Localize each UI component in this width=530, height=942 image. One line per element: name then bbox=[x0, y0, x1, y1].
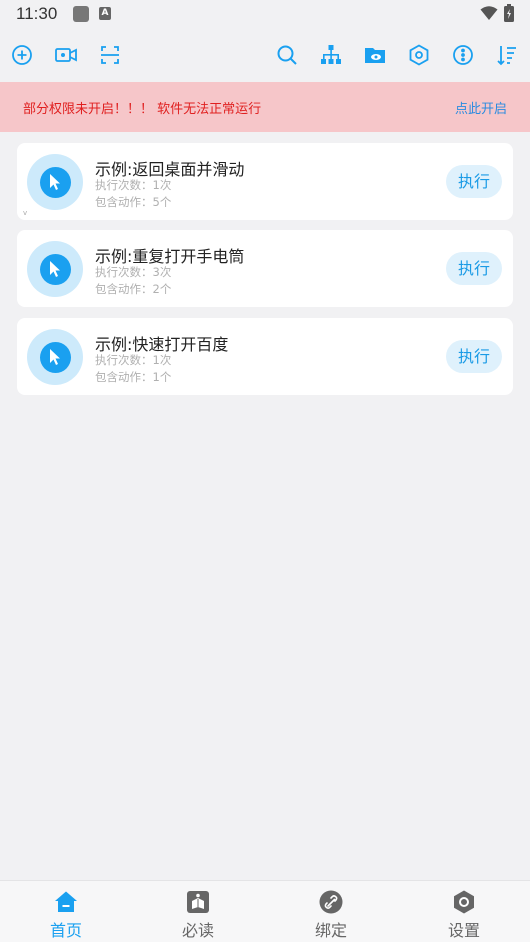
run-button[interactable]: 执行 bbox=[446, 165, 502, 198]
task-exec-count: 执行次数：1次 bbox=[95, 353, 172, 367]
folder-eye-icon[interactable] bbox=[361, 41, 389, 69]
link-icon bbox=[319, 890, 343, 914]
cursor-icon bbox=[39, 166, 71, 198]
add-circle-icon[interactable] bbox=[8, 41, 36, 69]
task-action-count: 包含动作：1个 bbox=[95, 370, 172, 384]
notification-app-icon bbox=[73, 6, 89, 22]
home-icon bbox=[54, 890, 78, 914]
warning-message: 部分权限未开启！！！ 软件无法正常运行 bbox=[23, 102, 262, 117]
toolbar bbox=[0, 28, 530, 82]
hierarchy-icon[interactable] bbox=[317, 41, 345, 69]
nav-item-bind[interactable]: 绑定 bbox=[265, 881, 397, 942]
hexagon-settings-icon[interactable] bbox=[405, 41, 433, 69]
wifi-icon bbox=[480, 5, 498, 25]
task-action-count: 包含动作：2个 bbox=[95, 282, 172, 296]
expand-marker: v bbox=[23, 209, 28, 217]
enable-permission-link[interactable]: 点此开启 bbox=[455, 98, 507, 117]
nav-item-home[interactable]: 首页 bbox=[0, 881, 132, 942]
run-button[interactable]: 执行 bbox=[446, 340, 502, 373]
task-card[interactable]: 示例:重复打开手电筒 执行次数：3次 包含动作：2个 执行 bbox=[17, 230, 513, 307]
battery-icon bbox=[504, 4, 514, 26]
task-exec-count: 执行次数：1次 bbox=[95, 178, 172, 192]
info-more-icon[interactable] bbox=[449, 41, 477, 69]
task-icon-bg bbox=[27, 154, 83, 210]
nav-label-must-read: 必读 bbox=[181, 921, 214, 940]
video-record-icon[interactable] bbox=[52, 41, 80, 69]
task-action-count: 包含动作：5个 bbox=[95, 195, 172, 209]
settings-icon bbox=[452, 890, 476, 914]
nav-label-home: 首页 bbox=[49, 921, 82, 940]
status-bar: 11:30 A bbox=[0, 0, 530, 28]
task-card[interactable]: 示例:快速打开百度 执行次数：1次 包含动作：1个 执行 bbox=[17, 318, 513, 395]
cursor-icon bbox=[39, 341, 71, 373]
task-card[interactable]: 示例:返回桌面并滑动 执行次数：1次 包含动作：5个 执行 v bbox=[17, 143, 513, 220]
nav-item-settings[interactable]: 设置 bbox=[398, 881, 530, 942]
book-icon bbox=[186, 890, 210, 914]
nav-label-bind: 绑定 bbox=[314, 921, 347, 940]
bottom-nav: 首页 必读 绑定 设置 bbox=[0, 880, 530, 942]
nav-item-must-read[interactable]: 必读 bbox=[132, 881, 264, 942]
notification-a-icon: A bbox=[99, 7, 111, 20]
sort-icon[interactable] bbox=[493, 41, 521, 69]
search-icon[interactable] bbox=[273, 41, 301, 69]
run-button[interactable]: 执行 bbox=[446, 252, 502, 285]
scan-icon[interactable] bbox=[96, 41, 124, 69]
nav-label-settings: 设置 bbox=[447, 921, 480, 940]
task-exec-count: 执行次数：3次 bbox=[95, 265, 172, 279]
status-time: 11:30 bbox=[16, 4, 58, 23]
task-icon-bg bbox=[27, 241, 83, 297]
permission-warning-banner: 部分权限未开启！！！ 软件无法正常运行 点此开启 bbox=[0, 82, 530, 132]
cursor-icon bbox=[39, 253, 71, 285]
task-icon-bg bbox=[27, 329, 83, 385]
